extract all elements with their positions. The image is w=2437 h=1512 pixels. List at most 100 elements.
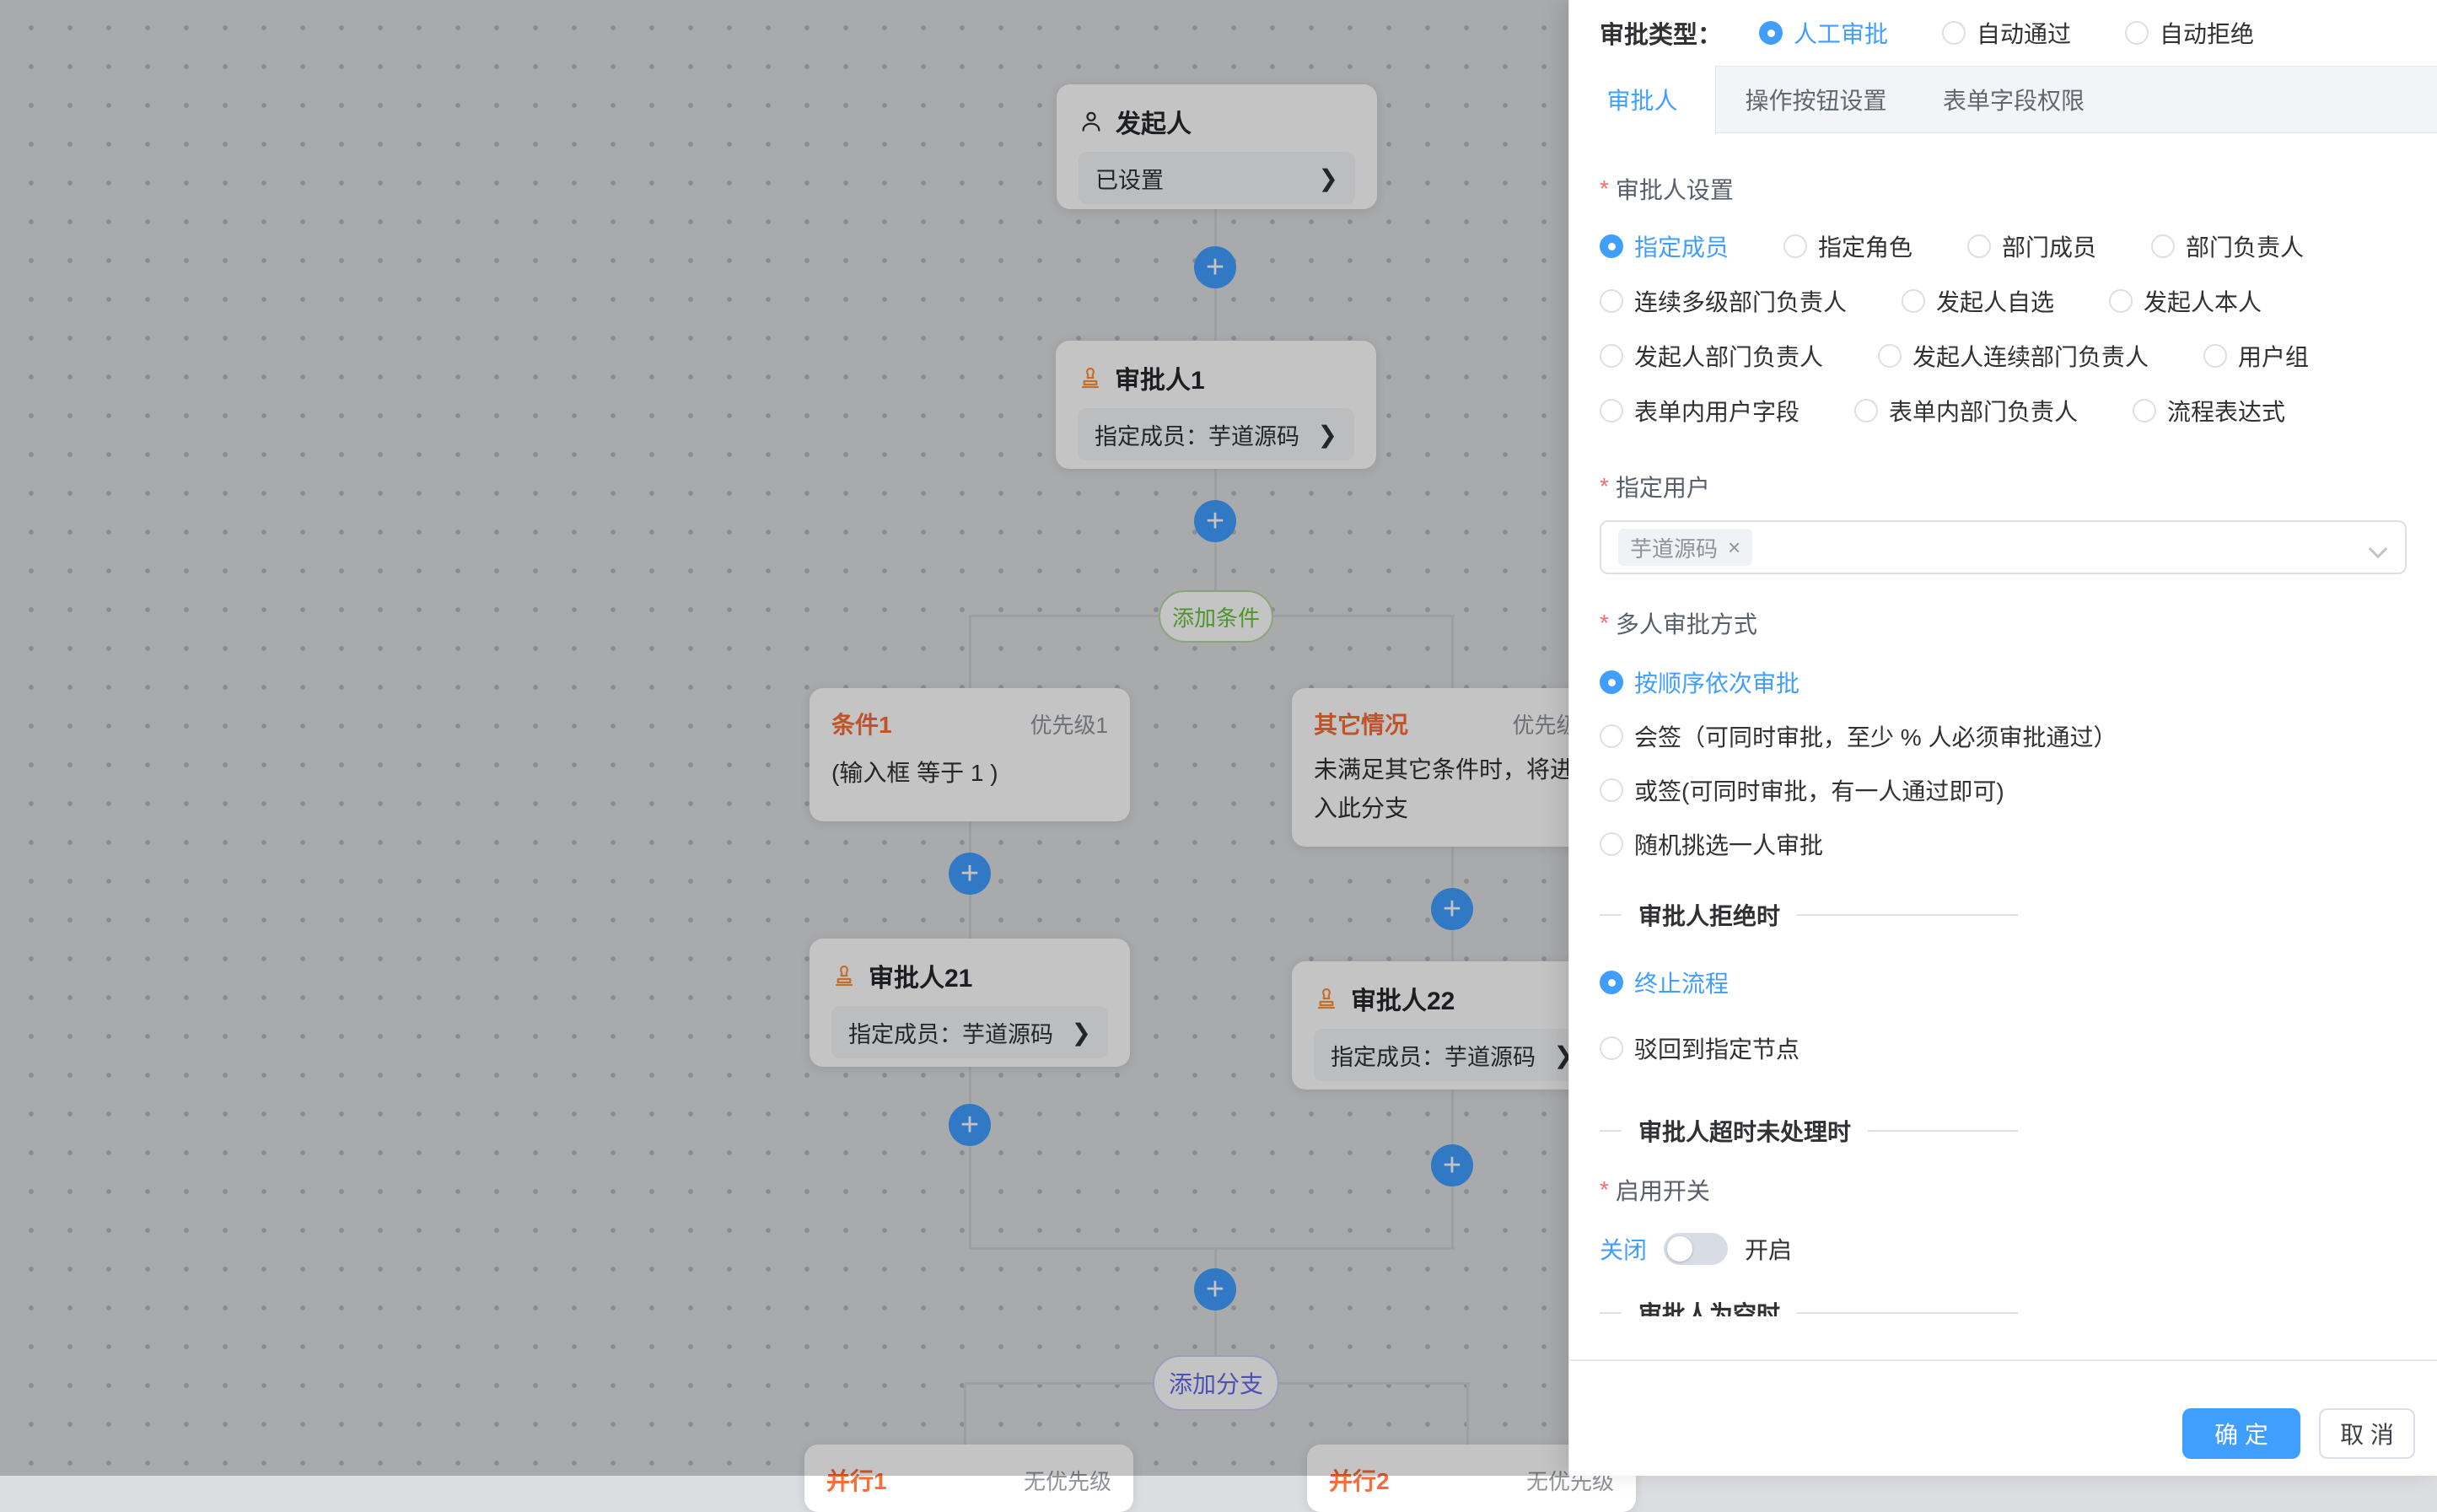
multi-approve-label: * 多人审批方式 — [1600, 606, 2407, 640]
tab-button-settings[interactable]: 操作按钮设置 — [1716, 67, 1916, 132]
radio-label: 指定成员 — [1634, 229, 1729, 263]
radio-dot — [1600, 344, 1623, 368]
clipped-section: 审批人为空时 — [1600, 1296, 2407, 1316]
radio-form-dept-leader[interactable]: 表单内部门负责人 — [1854, 394, 2078, 428]
toggle-knob — [1667, 1236, 1692, 1262]
settings-tabs: 审批人 操作按钮设置 表单字段权限 — [1569, 66, 2437, 133]
radio-assign-role[interactable]: 指定角色 — [1783, 229, 1912, 263]
divider-line — [1600, 914, 1622, 916]
approver-setting-row3: 发起人部门负责人 发起人连续部门负责人 用户组 — [1600, 339, 2407, 373]
radio-dept-leader[interactable]: 部门负责人 — [2151, 229, 2304, 263]
radio-form-user-field[interactable]: 表单内用户字段 — [1600, 394, 1800, 428]
radio-auto-pass[interactable]: 自动通过 — [1942, 16, 2071, 50]
chevron-down-icon — [2369, 540, 2388, 559]
radio-label: 随机挑选一人审批 — [1634, 827, 1823, 861]
timeout-section-divider: 审批人超时未处理时 — [1600, 1114, 2018, 1148]
radio-label: 连续多级部门负责人 — [1634, 284, 1847, 318]
radio-sequential-approve[interactable]: 按顺序依次审批 — [1600, 665, 1800, 699]
field-label: 多人审批方式 — [1616, 606, 1757, 640]
tab-approver[interactable]: 审批人 — [1569, 66, 1715, 133]
radio-user-group[interactable]: 用户组 — [2203, 339, 2309, 373]
radio-label: 发起人本人 — [2144, 284, 2262, 318]
approver-setting-row1: 指定成员 指定角色 部门成员 部门负责人 — [1600, 229, 2407, 263]
user-tag[interactable]: 芋道源码 × — [1618, 529, 1752, 566]
radio-return-to-node[interactable]: 驳回到指定节点 — [1600, 1031, 1800, 1065]
divider-line — [1797, 1312, 2018, 1314]
radio-label: 部门成员 — [2002, 229, 2096, 263]
radio-dot — [1600, 778, 1623, 802]
radio-assign-member[interactable]: 指定成员 — [1600, 229, 1729, 263]
radio-label: 按顺序依次审批 — [1634, 665, 1800, 699]
confirm-label: 确 定 — [2214, 1417, 2268, 1450]
radio-label: 自动通过 — [1977, 16, 2071, 50]
tag-close-icon[interactable]: × — [1728, 535, 1740, 561]
multi-approve-row3: 或签(可同时审批，有一人通过即可) — [1600, 773, 2407, 807]
radio-countersign[interactable]: 会签（可同时审批，至少 % 人必须审批通过） — [1600, 719, 2117, 753]
radio-dot — [1600, 289, 1623, 313]
radio-label: 或签(可同时审批，有一人通过即可) — [1634, 773, 2004, 807]
radio-dot — [1600, 971, 1623, 994]
radio-dot — [1600, 399, 1623, 422]
radio-dot — [2151, 234, 2175, 258]
radio-label: 表单内用户字段 — [1634, 394, 1800, 428]
reject-row2: 驳回到指定节点 — [1600, 1031, 2407, 1065]
radio-label: 指定角色 — [1818, 229, 1912, 263]
required-asterisk: * — [1600, 610, 1609, 637]
tabs-inactive-area: 操作按钮设置 表单字段权限 — [1715, 66, 2437, 133]
multi-approve-row2: 会签（可同时审批，至少 % 人必须审批通过） — [1600, 719, 2407, 753]
radio-starter-multi-dept-leader[interactable]: 发起人连续部门负责人 — [1878, 339, 2149, 373]
section-title: 审批人超时未处理时 — [1638, 1114, 1851, 1148]
settings-form[interactable]: * 审批人设置 指定成员 指定角色 部门成员 部门负责人 连续多级部门负责人 发… — [1569, 133, 2437, 1359]
tab-label: 表单字段权限 — [1943, 83, 2085, 116]
radio-manual-approve[interactable]: 人工审批 — [1759, 16, 1888, 50]
assigned-user-label: * 指定用户 — [1600, 470, 2407, 503]
divider-line — [1600, 1130, 1622, 1132]
empty-section-divider: 审批人为空时 — [1600, 1296, 2018, 1316]
radio-dot — [2109, 289, 2133, 313]
radio-dot — [1878, 344, 1902, 368]
tab-label: 审批人 — [1606, 83, 1677, 116]
radio-dot — [2133, 399, 2156, 422]
radio-starter-self[interactable]: 发起人本人 — [2109, 284, 2262, 318]
drawer-footer: 确 定 取 消 — [1569, 1359, 2437, 1476]
radio-auto-reject[interactable]: 自动拒绝 — [2125, 16, 2254, 50]
radio-multi-level-dept-leader[interactable]: 连续多级部门负责人 — [1600, 284, 1847, 318]
radio-dot — [1783, 234, 1807, 258]
reject-row1: 终止流程 — [1600, 966, 2407, 999]
radio-label: 流程表达式 — [2167, 394, 2285, 428]
radio-random-one[interactable]: 随机挑选一人审批 — [1600, 827, 1823, 861]
required-asterisk: * — [1600, 473, 1609, 500]
user-tag-label: 芋道源码 — [1630, 532, 1718, 563]
radio-label: 会签（可同时审批，至少 % 人必须审批通过） — [1634, 719, 2117, 753]
radio-label: 发起人自选 — [1936, 284, 2054, 318]
field-label: 启用开关 — [1616, 1173, 1710, 1207]
radio-dept-member[interactable]: 部门成员 — [1967, 229, 2096, 263]
radio-starter-dept-leader[interactable]: 发起人部门负责人 — [1600, 339, 1823, 373]
approver-setting-row2: 连续多级部门负责人 发起人自选 发起人本人 — [1600, 284, 2407, 318]
radio-dot — [1600, 670, 1623, 694]
radio-dot — [1600, 832, 1623, 856]
radio-dot — [2203, 344, 2227, 368]
assigned-user-select[interactable]: 芋道源码 × — [1600, 520, 2407, 574]
approval-settings-drawer: 审批类型： 人工审批 自动通过 自动拒绝 审批人 操作按钮设置 表单字段权限 *… — [1568, 0, 2437, 1476]
radio-dot — [1600, 234, 1623, 258]
radio-label: 驳回到指定节点 — [1634, 1031, 1800, 1065]
radio-dot — [1967, 234, 1991, 258]
radio-starter-select[interactable]: 发起人自选 — [1902, 284, 2054, 318]
tab-form-field-permission[interactable]: 表单字段权限 — [1916, 67, 2112, 132]
confirm-button[interactable]: 确 定 — [2182, 1408, 2300, 1459]
reject-section-divider: 审批人拒绝时 — [1600, 898, 2018, 932]
radio-process-expression[interactable]: 流程表达式 — [2133, 394, 2285, 428]
multi-approve-row1: 按顺序依次审批 — [1600, 665, 2407, 699]
enable-toggle[interactable] — [1664, 1233, 1728, 1265]
radio-label: 用户组 — [2238, 339, 2309, 373]
tab-label: 操作按钮设置 — [1745, 83, 1886, 116]
cancel-button[interactable]: 取 消 — [2319, 1408, 2415, 1459]
section-title: 审批人拒绝时 — [1638, 898, 1780, 932]
cancel-label: 取 消 — [2340, 1417, 2394, 1450]
radio-terminate-process[interactable]: 终止流程 — [1600, 966, 1729, 999]
radio-label: 表单内部门负责人 — [1889, 394, 2078, 428]
radio-dot — [1759, 21, 1783, 45]
radio-dot — [2125, 21, 2149, 45]
radio-orsign[interactable]: 或签(可同时审批，有一人通过即可) — [1600, 773, 2004, 807]
